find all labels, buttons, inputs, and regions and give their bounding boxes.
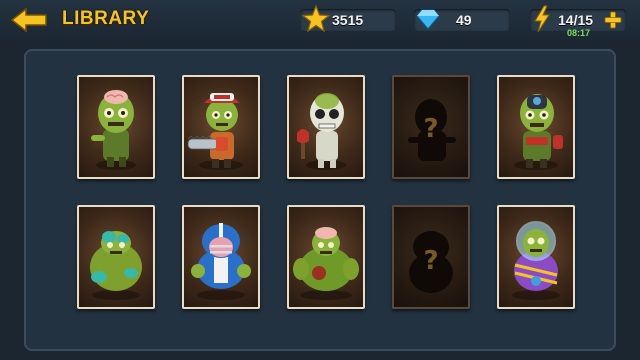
zombie-gasmask-icon [514,94,563,170]
gems-counter: 49 [414,9,510,31]
stars-counter: 3515 [300,5,396,33]
card-zombie-football[interactable] [182,205,260,309]
arrow-left-icon [10,7,47,33]
zombie-fat-green-icon [90,231,142,300]
card-zombie-brute[interactable] [287,205,365,309]
card-zombie-skeleton-axe[interactable] [287,75,365,179]
locked-silhouette-icon: ? [409,231,453,293]
star-icon [302,5,330,33]
plus-icon[interactable] [604,11,622,29]
energy-value: 14/15 [558,12,594,28]
zombie-football-icon [191,223,251,300]
locked-silhouette-icon: ? [408,99,456,161]
zombie-skeleton-axe-icon [297,93,346,170]
energy-timer: 08:17 [567,28,591,38]
card-zombie-gasmask[interactable] [497,75,575,179]
svg-text:?: ? [423,114,438,144]
card-zombie-chainsaw[interactable] [182,75,260,179]
gems-value: 49 [456,12,472,28]
zombie-astronaut-icon [512,221,560,300]
card-zombie-brain[interactable] [77,75,155,179]
zombie-brute-icon [293,227,359,300]
card-locked[interactable]: ? [392,75,470,179]
zombie-brain-icon [91,90,136,170]
svg-text:?: ? [423,246,438,276]
diamond-icon [416,9,440,30]
top-bar: LIBRARY 3515 49 14/15 08:17 [0,0,640,40]
card-zombie-fat-green[interactable] [77,205,155,309]
back-button[interactable] [10,7,50,33]
card-zombie-astronaut[interactable] [497,205,575,309]
card-locked[interactable]: ? [392,205,470,309]
page-title: LIBRARY [62,8,150,29]
lightning-icon [534,5,550,33]
library-panel: ? ? [24,49,616,351]
zombie-chainsaw-icon [187,93,243,170]
stars-value: 3515 [332,12,364,28]
